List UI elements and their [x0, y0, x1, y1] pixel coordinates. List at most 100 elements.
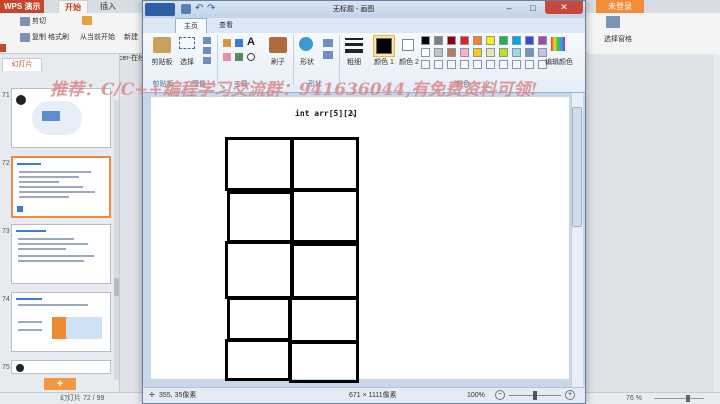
shapes-button[interactable]: 形状: [293, 57, 321, 67]
array-cell: [225, 241, 293, 299]
zoom-in-button[interactable]: +: [565, 390, 575, 400]
pencil-icon[interactable]: [223, 39, 231, 47]
palette-color[interactable]: [473, 36, 482, 45]
slide-thumbnail-active[interactable]: [11, 156, 111, 218]
cursor-position: 355, 35像素: [159, 392, 197, 399]
brushes-button[interactable]: 刷子: [265, 57, 291, 67]
magnifier-icon[interactable]: [247, 53, 255, 61]
palette-color[interactable]: [460, 48, 469, 57]
palette-custom-slot[interactable]: [499, 60, 508, 69]
color1-button[interactable]: 颜色 1: [371, 57, 397, 67]
paint-menu-button[interactable]: [145, 3, 175, 16]
text-icon[interactable]: A: [247, 36, 255, 48]
palette-color[interactable]: [434, 36, 443, 45]
slide-number: 72: [2, 160, 10, 167]
palette-color[interactable]: [512, 36, 521, 45]
slide-pane-scroll-thumb[interactable]: [114, 278, 119, 296]
palette-color[interactable]: [499, 48, 508, 57]
rotate-icon[interactable]: [203, 57, 211, 64]
brush-icon[interactable]: [269, 37, 287, 53]
palette-color[interactable]: [460, 36, 469, 45]
select-button[interactable]: 选择: [175, 57, 199, 67]
wps-app-menu[interactable]: WPS 演示: [0, 0, 44, 13]
palette-color[interactable]: [538, 36, 547, 45]
slide-counter: 幻灯片 72 / 99: [60, 395, 105, 402]
palette-color[interactable]: [473, 48, 482, 57]
palette-color[interactable]: [486, 48, 495, 57]
palette-color[interactable]: [447, 36, 456, 45]
thickness-icon[interactable]: [345, 49, 363, 53]
color2-swatch[interactable]: [402, 39, 414, 51]
color2-button[interactable]: 颜色 2: [397, 57, 421, 67]
outline-icon[interactable]: [323, 39, 333, 47]
slide-thumbnail[interactable]: [11, 360, 111, 374]
palette-custom-slot[interactable]: [525, 60, 534, 69]
palette-color[interactable]: [538, 48, 547, 57]
wps-cut-button[interactable]: 剪切: [20, 16, 46, 26]
array-cell: [227, 297, 291, 341]
group-tools-label: 工具: [234, 81, 248, 88]
palette-color[interactable]: [486, 36, 495, 45]
palette-color[interactable]: [434, 48, 443, 57]
tab-home[interactable]: 主页: [175, 18, 207, 33]
fill-style-icon[interactable]: [323, 51, 333, 59]
slide-pane-scrollbar[interactable]: [114, 100, 119, 380]
minimize-button[interactable]: –: [497, 2, 521, 15]
palette-color[interactable]: [421, 36, 430, 45]
palette-custom-slot[interactable]: [486, 60, 495, 69]
palette-color[interactable]: [421, 48, 430, 57]
wps-copy-button[interactable]: 复制: [20, 32, 46, 42]
drawing-canvas[interactable]: int arr[5][2] ↖: [151, 97, 569, 383]
wps-tab-insert[interactable]: 插入: [100, 0, 116, 13]
canvas-scroll-thumb[interactable]: [572, 107, 582, 227]
resize-icon[interactable]: [203, 47, 211, 54]
paste-button[interactable]: 剪贴板: [147, 57, 177, 67]
zoom-slider[interactable]: [654, 398, 704, 399]
palette-custom-slot[interactable]: [447, 60, 456, 69]
wps-format-painter-button[interactable]: 格式刷: [48, 32, 69, 42]
add-slide-button[interactable]: +: [44, 378, 76, 390]
edit-colors-button[interactable]: 编辑颜色: [541, 57, 577, 67]
palette-custom-slot[interactable]: [421, 60, 430, 69]
edit-colors-icon[interactable]: [551, 37, 565, 51]
zoom-slider-thumb[interactable]: [533, 391, 537, 400]
save-icon[interactable]: [181, 4, 191, 14]
color1-swatch[interactable]: [376, 38, 392, 54]
zoom-slider-thumb[interactable]: [686, 395, 690, 402]
thickness-button[interactable]: 粗细: [343, 57, 365, 67]
select-icon[interactable]: [179, 37, 195, 49]
paste-icon[interactable]: [153, 37, 171, 53]
eraser-icon[interactable]: [223, 53, 231, 61]
tab-view[interactable]: 查看: [211, 18, 241, 33]
slides-tab[interactable]: 幻灯片: [2, 58, 42, 71]
palette-custom-slot[interactable]: [512, 60, 521, 69]
palette-custom-slot[interactable]: [460, 60, 469, 69]
palette-color[interactable]: [499, 36, 508, 45]
close-button[interactable]: ✕: [545, 1, 583, 14]
slide-thumbnail[interactable]: [11, 292, 111, 352]
zoom-out-button[interactable]: −: [495, 390, 505, 400]
slide-thumbnail[interactable]: [11, 224, 111, 284]
palette-custom-slot[interactable]: [473, 60, 482, 69]
shapes-icon[interactable]: [299, 37, 313, 51]
wps-editor-scrollbar[interactable]: [714, 54, 720, 392]
redo-icon[interactable]: ↷: [207, 4, 217, 14]
maximize-button[interactable]: □: [521, 2, 545, 15]
palette-color[interactable]: [512, 48, 521, 57]
wps-from-current-button[interactable]: [82, 16, 94, 25]
palette-color[interactable]: [447, 48, 456, 57]
crop-icon[interactable]: [203, 37, 211, 44]
palette-color[interactable]: [525, 48, 534, 57]
fill-icon[interactable]: [235, 39, 243, 47]
color-picker-icon[interactable]: [235, 53, 243, 61]
slide-thumbnail[interactable]: [11, 88, 111, 148]
wps-new-slide-button[interactable]: 新建: [124, 32, 138, 42]
palette-custom-slot[interactable]: [434, 60, 443, 69]
wps-select-pane-button[interactable]: 选择窗格: [604, 34, 632, 44]
palette-color[interactable]: [525, 36, 534, 45]
undo-icon[interactable]: ↶: [195, 4, 205, 14]
wps-login-button[interactable]: 未登录: [596, 0, 644, 13]
group-image-label: 图像: [192, 81, 206, 88]
wps-from-current-label[interactable]: 从当前开始: [80, 32, 115, 42]
wps-tab-home[interactable]: 开始: [58, 0, 88, 13]
